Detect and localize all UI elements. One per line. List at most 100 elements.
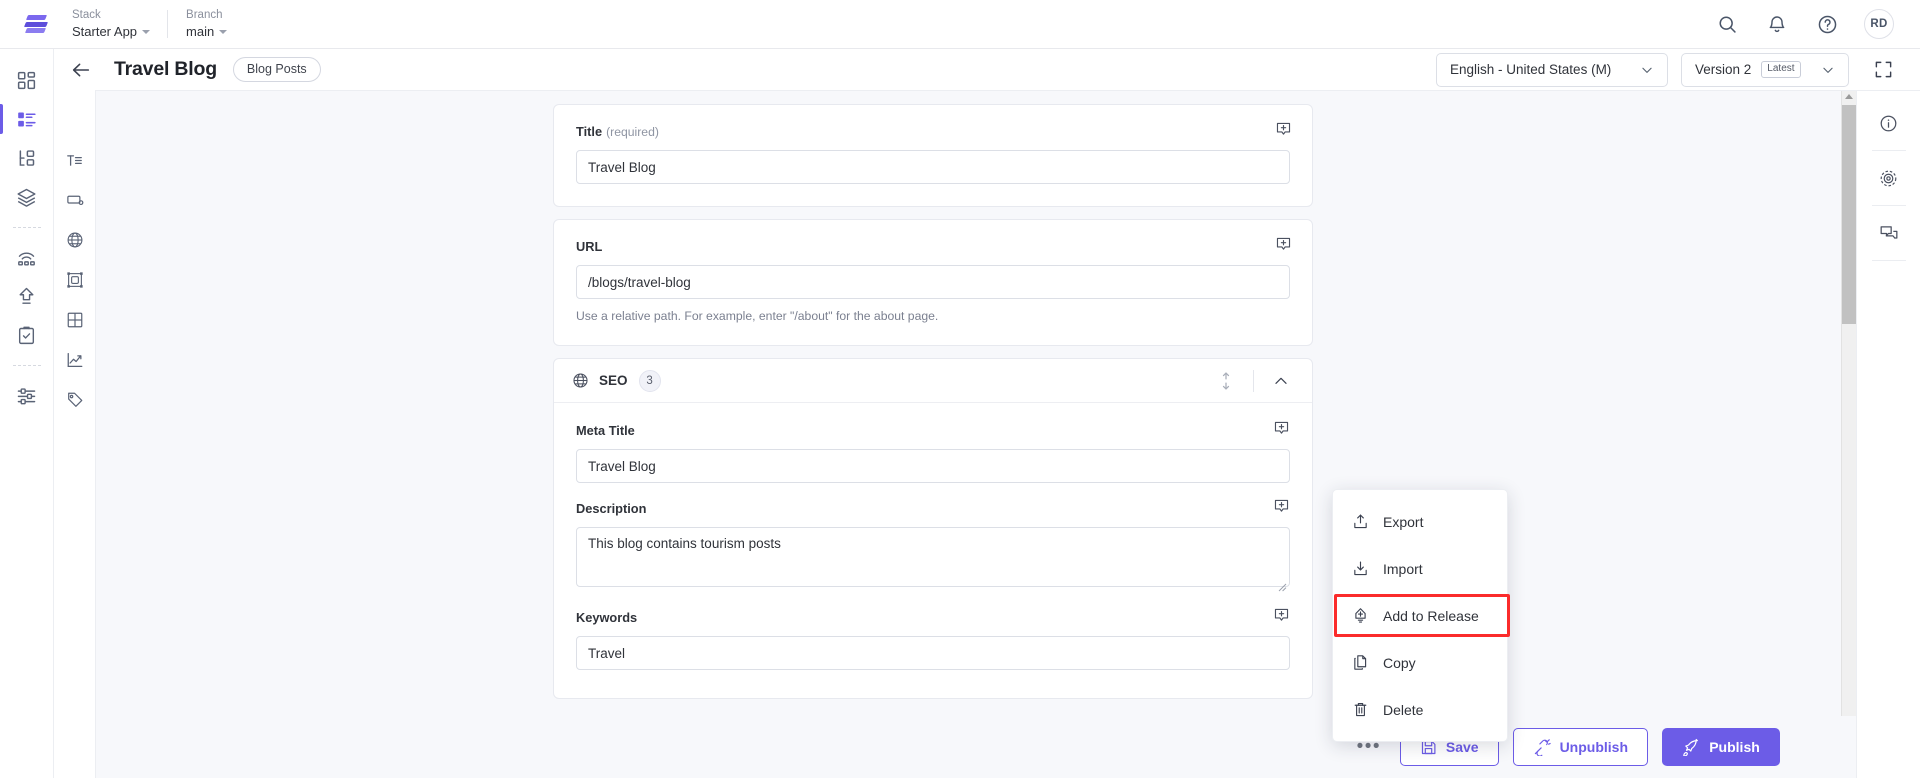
help-circle-icon[interactable] [1814,11,1840,37]
secondary-sidebar [1856,91,1920,778]
right-rail-info[interactable] [1869,103,1909,143]
stack-switcher[interactable]: Stack Starter App [72,8,169,40]
url-input[interactable] [576,265,1290,299]
field-type-media[interactable] [58,260,92,300]
entry-form-scroll-area: Title(required) URL [96,91,1856,778]
entry-header: Travel Blog Blog Posts English - United … [54,49,1920,91]
add-comment-icon[interactable] [1273,420,1290,437]
add-comment-icon[interactable] [1273,607,1290,624]
sidebar-item-assets[interactable] [7,178,47,216]
seo-group-count: 3 [638,369,661,392]
title-field-card: Title (required) [553,104,1313,207]
meta-title-field: Meta Title [576,420,1290,483]
menu-item-export[interactable]: Export [1333,498,1507,545]
branch-label: Branch [186,9,223,21]
meta-title-label: Meta Title [576,423,635,438]
meta-title-input[interactable] [576,449,1290,483]
app-root: Stack Starter App Branch main RD Travel … [0,0,1920,778]
chevron-up-icon[interactable] [1264,364,1298,398]
title-input[interactable] [576,150,1290,184]
publish-button-label: Publish [1709,739,1760,755]
sidebar-item-settings[interactable] [7,376,47,414]
stack-label: Stack [72,9,101,21]
sidebar-item-entries[interactable] [0,100,47,138]
add-comment-icon[interactable] [1273,498,1290,515]
seo-group-title: SEO [599,373,628,388]
field-type-sidebar [54,90,96,778]
sidebar-item-environments[interactable] [7,238,47,276]
field-type-group[interactable] [58,300,92,340]
fullscreen-icon[interactable] [1868,55,1898,85]
description-label: Description [576,501,647,516]
seo-actions-divider [1253,369,1254,392]
chevron-down-icon [142,30,151,34]
field-type-number[interactable] [58,180,92,220]
import-download-icon [1351,560,1369,578]
right-rail-divider-2 [1871,205,1906,206]
scrollbar-thumb[interactable] [1842,105,1856,324]
sidebar-item-content-models[interactable] [7,139,47,177]
description-textarea[interactable] [576,527,1290,587]
chevron-down-icon [219,30,228,34]
menu-item-copy[interactable]: Copy [1333,639,1507,686]
unpublish-button-label: Unpublish [1559,739,1628,755]
field-type-link[interactable] [58,220,92,260]
seo-group-card: SEO 3 Meta Title Travel Blog Description… [553,358,1313,699]
menu-item-add-to-release[interactable]: Add to Release [1333,592,1510,639]
locale-select-value: English - United States (M) [1450,62,1612,77]
seo-group-body: Meta Title Travel Blog Description This … [554,403,1312,698]
menu-item-import[interactable]: Import [1333,545,1507,592]
add-comment-icon[interactable] [1275,121,1292,138]
locale-select[interactable]: English - United States (M) [1436,52,1668,87]
publish-button[interactable]: Publish [1662,728,1780,766]
arrow-left-icon[interactable] [64,53,98,87]
right-rail-divider [1871,150,1906,151]
field-type-chart[interactable] [58,340,92,380]
stack-value: Starter App [72,23,151,40]
add-comment-icon[interactable] [1275,236,1292,253]
url-field-help: Use a relative path. For example, enter … [576,309,939,323]
title-field-required: (required) [606,125,659,139]
field-type-text[interactable] [58,140,92,180]
add-to-release-icon [1351,607,1369,625]
sidebar-item-dashboard[interactable] [7,61,47,99]
seo-group-header[interactable]: SEO 3 [554,359,1312,403]
menu-item-add-to-release-label: Add to Release [1383,607,1479,624]
unplug-unpublish-icon [1533,738,1551,756]
keywords-label: Keywords [576,610,638,625]
chevron-down-icon [1640,63,1654,77]
entry-form: Title(required) URL [553,104,1313,711]
vertical-scrollbar[interactable] [1841,91,1856,778]
branch-switcher[interactable]: Branch main [186,8,245,40]
status-badge: Latest [1761,61,1801,78]
sidebar-divider-2 [12,365,41,366]
entry-options-menu: Export Import Add to Release Copy Delete [1332,489,1510,742]
version-select[interactable]: Version 2 Latest [1681,52,1849,87]
primary-sidebar [0,49,54,778]
notification-bell-icon[interactable] [1764,11,1790,37]
contentstack-logo[interactable] [0,12,72,36]
sidebar-divider [12,227,41,228]
title-field-label: Title (required) [576,124,1290,139]
url-field-card: URL Use a relative path. For example, en… [553,219,1313,346]
sidebar-item-publish-queue[interactable] [7,277,47,315]
search-icon[interactable] [1714,11,1740,37]
unpublish-button[interactable]: Unpublish [1512,728,1648,766]
top-bar: Stack Starter App Branch main RD [0,0,1920,49]
keywords-input[interactable] [576,636,1290,670]
sidebar-item-releases[interactable] [7,316,47,354]
entry-action-bar: ••• Save Unpublish Publish [96,716,1856,778]
right-rail-versions[interactable] [1869,158,1909,198]
copy-pages-icon [1351,654,1369,672]
content-type-pill[interactable]: Blog Posts [232,57,321,82]
title-field-label-text: Title [576,124,603,139]
right-rail-comments[interactable] [1869,213,1909,253]
branch-value-text: main [186,24,215,39]
right-rail-divider-3 [1871,260,1906,261]
rocket-publish-icon [1682,738,1700,756]
avatar[interactable]: RD [1864,9,1894,39]
scroll-up-arrow-icon[interactable] [1845,94,1853,99]
menu-item-delete[interactable]: Delete [1333,686,1507,733]
reorder-updown-icon[interactable] [1209,364,1243,398]
field-type-tag[interactable] [58,380,92,420]
